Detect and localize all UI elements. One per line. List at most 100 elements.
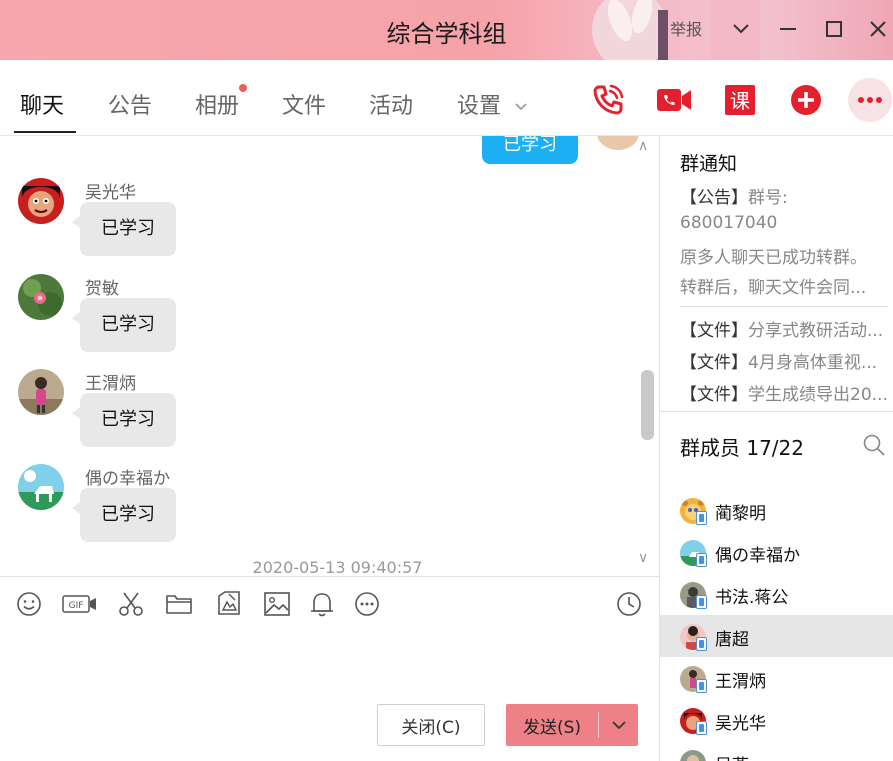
tab-settings-label: 设置	[457, 94, 502, 119]
bell-button[interactable]	[307, 589, 337, 619]
member-search-button[interactable]	[862, 433, 886, 457]
member-name: 吴光华	[715, 714, 766, 734]
mobile-badge-icon	[696, 595, 707, 609]
video-call-button[interactable]	[654, 80, 694, 120]
image-icon	[264, 592, 290, 616]
file-name: 4月身高体重视...	[748, 353, 878, 373]
add-button[interactable]	[786, 80, 826, 120]
member-avatar	[680, 540, 707, 567]
member-item[interactable]: 蔺黎明	[660, 489, 893, 531]
mobile-badge-icon	[696, 679, 707, 693]
member-item[interactable]: 唐超	[660, 615, 893, 657]
member-avatar	[680, 582, 707, 609]
member-avatar	[680, 498, 707, 525]
avatar[interactable]	[18, 369, 64, 415]
window-title: 综合学科组	[386, 20, 507, 48]
bell-icon	[311, 593, 333, 617]
chat-scrollbar[interactable]	[641, 370, 654, 440]
folder-button[interactable]	[164, 589, 194, 619]
chat-messages[interactable]: 已学习 ∧ 吴光华 已学习 贺敏 已学习 王渭炳 已学习 偶の幸福か 已学习 2…	[0, 136, 660, 576]
album-new-dot	[239, 84, 247, 92]
gif-icon: GIF	[62, 595, 96, 613]
file-item[interactable]: 【文件】学生成绩导出20...	[680, 380, 890, 405]
course-button[interactable]: 课	[720, 80, 760, 120]
member-list[interactable]: 蔺黎明 偶の幸福か 书法.蒋公 唐超 王渭炳 吴光华	[660, 468, 893, 761]
message-bubble: 已学习	[72, 488, 176, 542]
avatar[interactable]	[18, 274, 64, 320]
announcement-line[interactable]: 【公告】群号:	[680, 183, 890, 208]
avatar[interactable]	[18, 464, 64, 510]
message-input-area[interactable]: GIF 关闭(C) 发送(S)	[0, 576, 660, 761]
tab-activity[interactable]: 活动	[369, 88, 413, 120]
message-history-button[interactable]	[614, 589, 644, 619]
file-tag: 【文件】	[680, 385, 748, 405]
announcement-line: 转群后，聊天文件会同...	[680, 278, 867, 298]
maximize-button[interactable]	[819, 14, 849, 44]
title-bar: 综合学科组 举报	[0, 0, 893, 60]
more-circle-icon	[355, 592, 379, 616]
close-window-button[interactable]	[863, 14, 893, 44]
member-item[interactable]	[660, 468, 893, 474]
course-icon-label: 课	[730, 89, 750, 113]
report-link[interactable]: 举报	[670, 16, 702, 40]
more-button[interactable]	[848, 78, 892, 122]
member-item[interactable]: 偶の幸福か	[660, 531, 893, 573]
member-name: 蔺黎明	[715, 504, 766, 524]
own-avatar	[597, 136, 639, 150]
member-item[interactable]: 王渭炳	[660, 657, 893, 699]
mobile-badge-icon	[696, 511, 707, 525]
sender-name: 偶の幸福か	[85, 469, 170, 489]
image-button[interactable]	[262, 589, 292, 619]
file-tag: 【文件】	[680, 353, 748, 373]
tab-chat[interactable]: 聊天	[20, 88, 64, 120]
member-name: 王渭炳	[715, 672, 766, 692]
scissors-icon	[119, 592, 143, 616]
more-tools-button[interactable]	[352, 589, 382, 619]
tab-bar: 聊天 公告 相册 文件 活动 设置 课	[0, 60, 893, 136]
own-message-bubble: 已学习	[482, 136, 578, 164]
member-item[interactable]: 书法.蒋公	[660, 573, 893, 615]
announcement-line: 原多人聊天已成功转群。	[680, 248, 867, 268]
dropdown-window-button[interactable]	[726, 14, 756, 44]
send-button-group: 发送(S)	[506, 704, 638, 746]
scroll-down-icon[interactable]: ∨	[638, 550, 648, 566]
send-options-button[interactable]	[599, 704, 638, 746]
tab-files[interactable]: 文件	[282, 88, 326, 120]
send-button[interactable]: 发送(S)	[506, 713, 598, 738]
minimize-button[interactable]	[773, 14, 803, 44]
announcement-text: 群号:	[748, 188, 788, 208]
close-button[interactable]: 关闭(C)	[377, 704, 485, 746]
tab-settings[interactable]: 设置	[457, 88, 528, 120]
picture-edit-button[interactable]	[214, 589, 244, 619]
voice-call-button[interactable]	[588, 80, 628, 120]
notice-separator	[680, 306, 888, 307]
member-name: 吴燕	[715, 751, 749, 761]
screenshot-button[interactable]	[116, 589, 146, 619]
member-avatar	[680, 750, 706, 761]
gif-button[interactable]: GIF	[62, 589, 98, 619]
file-item[interactable]: 【文件】4月身高体重视...	[680, 348, 890, 373]
tab-album[interactable]: 相册	[195, 88, 239, 120]
file-item[interactable]: 【文件】分享式教研活动...	[680, 316, 890, 341]
emoji-button[interactable]	[14, 589, 44, 619]
member-item[interactable]: 吴光华	[660, 699, 893, 741]
member-name: 唐超	[715, 630, 749, 650]
avatar[interactable]	[18, 178, 64, 224]
gif-icon-label: GIF	[69, 601, 84, 611]
folder-icon	[166, 595, 192, 614]
phone-call-icon	[593, 84, 624, 115]
member-avatar	[680, 624, 707, 651]
mobile-badge-icon	[696, 637, 707, 651]
scroll-up-icon[interactable]: ∧	[638, 138, 648, 154]
add-icon	[791, 85, 821, 115]
member-item[interactable]: 吴燕	[660, 741, 893, 761]
message-bubble: 已学习	[72, 298, 176, 352]
course-icon: 课	[725, 85, 755, 115]
file-name: 分享式教研活动...	[748, 321, 884, 341]
tab-announcement[interactable]: 公告	[108, 88, 152, 120]
chat-message: 吴光华 已学习	[18, 178, 318, 268]
message-bubble: 已学习	[72, 202, 176, 256]
announcement-line: 680017040	[680, 213, 778, 233]
chat-message: 王渭炳 已学习	[18, 369, 318, 459]
history-icon	[617, 592, 641, 616]
